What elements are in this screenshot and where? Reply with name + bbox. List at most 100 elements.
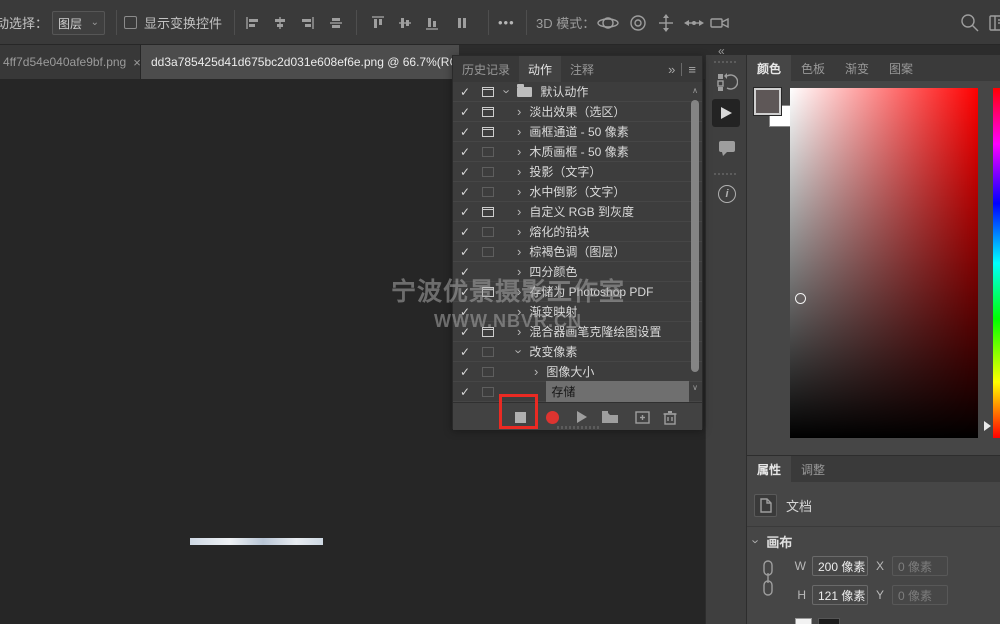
toggle-item-on-icon[interactable]: ✓ [453,185,477,199]
toggle-dialog-icon[interactable] [477,127,499,137]
canvas-color-swatch-dark[interactable] [818,618,840,624]
tab-actions[interactable]: 动作 [519,56,561,82]
search-icon[interactable] [958,0,982,45]
action-row[interactable]: ✓ › 淡出效果（选区） [453,102,702,122]
dock-grip[interactable] [714,173,738,175]
align-horizontal-centers-button[interactable] [270,0,290,45]
workspace-switcher-icon[interactable] [988,0,1000,45]
action-row[interactable]: ✓ › 改变像素 [453,342,702,362]
color-field-cursor[interactable] [795,293,806,304]
expand-chevron-icon[interactable]: › [517,185,521,198]
action-label[interactable]: 混合器画笔克隆绘图设置 [529,323,661,340]
toggle-dialog-icon[interactable] [477,227,499,237]
scroll-down-icon[interactable]: ∨ [689,383,701,392]
3d-orbit-icon[interactable] [596,0,620,45]
action-row[interactable]: ✓ › 存储为 Photoshop PDF [453,282,702,302]
action-row[interactable]: ✓ › 默认动作 [453,82,702,102]
tab-history[interactable]: 历史记录 [453,56,519,82]
align-top-edges-button[interactable] [368,0,388,45]
toggle-item-on-icon[interactable]: ✓ [453,205,477,219]
new-set-button[interactable] [598,403,622,431]
tab-color[interactable]: 颜色 [747,55,791,81]
toggle-item-on-icon[interactable]: ✓ [453,225,477,239]
toggle-dialog-icon[interactable] [477,347,499,357]
action-row[interactable]: ✓ › 画框通道 - 50 像素 [453,122,702,142]
3d-pan-icon[interactable] [654,0,678,45]
height-input[interactable]: 121 像素 [812,585,868,605]
align-bottom-edges-button[interactable] [422,0,442,45]
notes-panel-icon[interactable] [706,133,748,163]
x-input[interactable]: 0 像素 [892,556,948,576]
3d-camera-icon[interactable] [708,0,732,45]
action-label[interactable]: 默认动作 [540,83,588,100]
action-label[interactable]: 画框通道 - 50 像素 [529,123,628,140]
expand-chevron-icon[interactable]: › [517,245,521,258]
action-row[interactable]: ✓ › 四分颜色 [453,262,702,282]
show-transform-checkbox[interactable] [124,16,137,29]
hue-slider[interactable] [993,88,1000,438]
tab-properties[interactable]: 属性 [747,456,791,482]
expand-chevron-icon[interactable]: › [517,145,521,158]
width-input[interactable]: 200 像素 [812,556,868,576]
action-row[interactable]: ✓ › 渐变映射 [453,302,702,322]
action-row[interactable]: ✓ › 存储 [453,382,702,402]
collapse-panel-icon[interactable]: » [668,62,675,77]
expand-chevron-icon[interactable]: › [534,365,538,378]
expand-chevron-icon[interactable]: › [517,125,521,138]
toggle-dialog-icon[interactable] [477,387,499,397]
tab-adjustments[interactable]: 调整 [791,456,835,482]
toggle-dialog-icon[interactable] [477,327,499,337]
history-panel-icon[interactable] [706,67,748,97]
toggle-item-on-icon[interactable]: ✓ [453,365,477,379]
delete-button[interactable] [658,403,682,431]
expand-chevron-icon[interactable]: › [517,205,521,218]
align-left-edges-button[interactable] [243,0,263,45]
panel-resize-grip[interactable] [557,426,599,429]
expand-chevron-icon[interactable]: › [501,89,514,93]
toggle-dialog-icon[interactable] [477,167,499,177]
toggle-item-on-icon[interactable]: ✓ [453,285,477,299]
saturation-brightness-field[interactable] [790,88,978,438]
open-document-image[interactable] [190,538,323,545]
action-label[interactable]: 自定义 RGB 到灰度 [529,203,634,220]
link-dimensions-icon[interactable] [762,559,774,602]
tab-swatches[interactable]: 色板 [791,55,835,81]
toggle-item-on-icon[interactable]: ✓ [453,125,477,139]
3d-slide-icon[interactable] [682,0,706,45]
auto-select-dropdown[interactable]: 图层 ⌄ [52,11,105,35]
toggle-item-on-icon[interactable]: ✓ [453,85,477,99]
distribute-horizontal-button[interactable] [326,0,346,45]
close-icon[interactable]: × [133,55,141,70]
actions-scrollbar[interactable]: ∧ ∨ [689,58,701,374]
expand-chevron-icon[interactable]: › [517,105,521,118]
toggle-item-on-icon[interactable]: ✓ [453,265,477,279]
toggle-dialog-icon[interactable] [477,207,499,217]
action-row[interactable]: ✓ › 棕褐色调（图层） [453,242,702,262]
action-row[interactable]: ✓ › 混合器画笔克隆绘图设置 [453,322,702,342]
toggle-dialog-icon[interactable] [477,247,499,257]
toggle-item-on-icon[interactable]: ✓ [453,325,477,339]
scroll-up-icon[interactable]: ∧ [689,86,701,95]
canvas-color-swatch-light[interactable] [795,618,812,624]
toggle-item-on-icon[interactable]: ✓ [453,145,477,159]
tab-patterns[interactable]: 图案 [879,55,923,81]
toggle-item-on-icon[interactable]: ✓ [453,105,477,119]
toggle-dialog-icon[interactable] [477,187,499,197]
action-label[interactable]: 图像大小 [546,363,594,380]
action-row[interactable]: ✓ › 水中倒影（文字） [453,182,702,202]
toggle-item-on-icon[interactable]: ✓ [453,245,477,259]
collapse-dock-icon[interactable]: « [718,44,724,58]
toggle-dialog-icon[interactable] [477,287,499,297]
distribute-vertical-button[interactable] [452,0,472,45]
foreground-color-swatch[interactable] [754,88,781,115]
align-vertical-centers-button[interactable] [395,0,415,45]
action-row[interactable]: ✓ › 熔化的铅块 [453,222,702,242]
info-panel-icon[interactable]: i [706,179,748,209]
toggle-dialog-icon[interactable] [477,107,499,117]
action-label[interactable]: 四分颜色 [529,263,577,280]
dock-grip[interactable] [714,61,738,63]
expand-chevron-icon[interactable]: › [517,265,521,278]
action-row[interactable]: ✓ › 图像大小 [453,362,702,382]
tab-notes[interactable]: 注释 [561,56,603,82]
action-label[interactable]: 淡出效果（选区） [529,103,625,120]
